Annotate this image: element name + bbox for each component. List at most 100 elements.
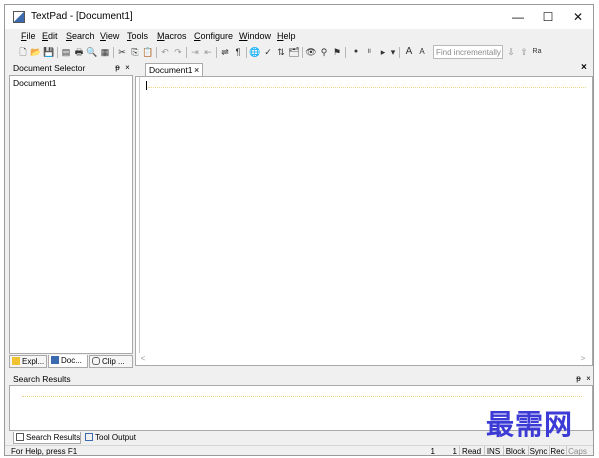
menu-window[interactable]: Window — [239, 31, 271, 41]
toolbar-separator — [302, 47, 303, 58]
editor-tab-bar: Document1 × × — [135, 62, 593, 76]
toolbar-separator — [186, 47, 187, 58]
maximize-button[interactable]: ☐ — [533, 5, 563, 29]
web-browser-icon[interactable]: 🌐 — [249, 46, 261, 58]
menu-file[interactable]: File — [21, 31, 36, 41]
toolbar-separator — [246, 47, 247, 58]
document-selector-title: Document Selector — [13, 63, 86, 73]
decrease-font-icon[interactable]: A — [416, 46, 428, 58]
menu-search[interactable]: Search — [66, 31, 95, 41]
increase-font-icon[interactable]: A — [403, 46, 415, 58]
find-in-files-icon[interactable]: 🗂 — [288, 46, 300, 58]
cut-icon[interactable]: ✂ — [116, 46, 128, 58]
sort-icon[interactable]: ⇅ — [275, 46, 287, 58]
explorer-icon — [12, 357, 20, 365]
toolbar-separator — [399, 47, 400, 58]
menu-tools[interactable]: Tools — [127, 31, 148, 41]
replace-icon[interactable]: ⚲ — [318, 46, 330, 58]
toolbar: 🗋 📂 💾 ▤ 🖶 🔍 ▦ ✂ ⎘ 📋 ↶ ↷ ⇥ ⇤ ⇌ ¶ 🌐 ✓ ⇅ 🗂 … — [5, 44, 593, 62]
tab-tool-output[interactable]: Tool Output — [83, 432, 143, 444]
tab-explorer[interactable]: Expl... — [9, 355, 47, 368]
document-selector-header: Document Selector ᵽ × — [9, 62, 133, 75]
status-read: Read — [459, 446, 483, 455]
copy-icon[interactable]: ⎘ — [129, 46, 141, 58]
watermark: 最需网 — [486, 408, 574, 441]
close-document-icon[interactable]: × — [581, 62, 587, 73]
status-help-text: For Help, press F1 — [11, 447, 78, 456]
scroll-left-icon[interactable]: < — [138, 353, 148, 365]
find-incrementally-input[interactable]: Find incrementally — [433, 45, 503, 59]
editor-gutter — [136, 77, 140, 365]
manage-files-icon[interactable]: ▦ — [99, 46, 111, 58]
title-bar[interactable]: TextPad - [Document1] — ☐ ✕ — [5, 5, 593, 29]
pause-macro-icon[interactable]: ॥ — [363, 46, 375, 58]
menu-edit[interactable]: Edit — [42, 31, 58, 41]
editor-area[interactable]: < > — [135, 76, 593, 366]
macro-dropdown-icon[interactable]: ▾ — [387, 46, 399, 58]
menu-macros[interactable]: Macros — [157, 31, 187, 41]
save-all-icon[interactable]: ▤ — [60, 46, 72, 58]
menu-view[interactable]: View — [100, 31, 119, 41]
indent-icon[interactable]: ⇥ — [189, 46, 201, 58]
status-rec: Rec — [549, 446, 565, 456]
tab-document-selector[interactable]: Doc... — [48, 355, 88, 368]
match-case-icon[interactable]: Ra — [531, 46, 543, 58]
document-list-item[interactable]: Document1 — [13, 78, 56, 88]
print-preview-icon[interactable]: 🔍 — [86, 46, 98, 58]
textpad-app-icon[interactable] — [13, 11, 25, 23]
textpad-window: TextPad - [Document1] — ☐ ✕ File Edit Se… — [4, 4, 594, 456]
unindent-icon[interactable]: ⇤ — [202, 46, 214, 58]
document-selector-list: Document1 — [9, 75, 133, 354]
toolbar-separator — [156, 47, 157, 58]
tab-label: Document1 — [149, 65, 193, 75]
menu-configure[interactable]: Configure — [194, 31, 233, 41]
find-next-icon[interactable]: ⚑ — [331, 46, 343, 58]
find-down-icon[interactable]: ⇩ — [505, 46, 517, 58]
spelling-icon[interactable]: ✓ — [262, 46, 274, 58]
current-line-highlight — [148, 87, 586, 88]
status-line: 1 — [430, 447, 435, 456]
toolbar-separator — [216, 47, 217, 58]
close-icon[interactable]: × — [123, 62, 132, 74]
word-wrap-icon[interactable]: ⇌ — [219, 46, 231, 58]
toolbar-separator — [113, 47, 114, 58]
close-tab-icon[interactable]: × — [194, 64, 199, 76]
pin-icon[interactable]: ᵽ — [574, 373, 583, 385]
status-column: 1 — [452, 447, 457, 456]
paste-icon[interactable]: 📋 — [142, 46, 154, 58]
record-macro-icon[interactable]: ● — [350, 46, 362, 58]
horizontal-scrollbar[interactable]: < > — [136, 353, 592, 365]
print-icon[interactable]: 🖶 — [73, 46, 85, 58]
status-caps: Caps — [566, 446, 588, 455]
document-selector-tabs: Expl... Doc... Clip ... — [9, 355, 133, 368]
minimize-button[interactable]: — — [503, 5, 533, 29]
redo-icon[interactable]: ↷ — [172, 46, 184, 58]
toolbar-separator — [345, 47, 346, 58]
menu-bar: File Edit Search View Tools Macros Confi… — [5, 29, 593, 44]
menu-help[interactable]: Help — [277, 31, 296, 41]
search-results-icon — [16, 433, 24, 441]
new-file-icon[interactable]: 🗋 — [17, 46, 29, 58]
text-cursor — [146, 81, 147, 90]
close-button[interactable]: ✕ — [563, 5, 593, 29]
current-line-highlight — [22, 396, 582, 397]
tab-document1[interactable]: Document1 × — [145, 63, 203, 76]
find-icon[interactable]: 👁 — [305, 46, 317, 58]
close-icon[interactable]: × — [584, 373, 593, 385]
pin-icon[interactable]: ᵽ — [113, 62, 122, 74]
search-results-title: Search Results — [13, 374, 71, 384]
save-icon[interactable]: 💾 — [43, 46, 55, 58]
status-block: Block — [503, 446, 527, 455]
documents-icon — [51, 356, 59, 364]
visible-spaces-icon[interactable]: ¶ — [232, 46, 244, 58]
status-sync: Sync — [528, 446, 548, 456]
scroll-right-icon[interactable]: > — [578, 353, 588, 365]
tool-output-icon — [85, 433, 93, 441]
open-file-icon[interactable]: 📂 — [30, 46, 42, 58]
tab-clip-library[interactable]: Clip ... — [89, 355, 133, 368]
undo-icon[interactable]: ↶ — [159, 46, 171, 58]
tab-search-results[interactable]: Search Results — [13, 432, 81, 444]
find-up-icon[interactable]: ⇧ — [518, 46, 530, 58]
window-title: TextPad - [Document1] — [31, 11, 133, 22]
toolbar-separator — [57, 47, 58, 58]
